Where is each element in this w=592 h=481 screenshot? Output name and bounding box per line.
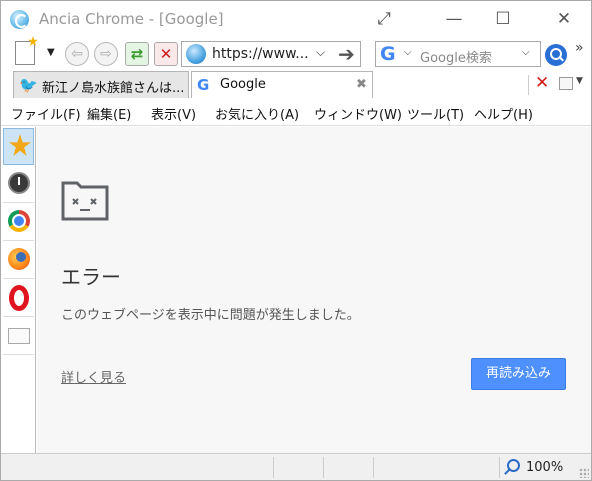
- new-page-dropdown-icon[interactable]: ▼: [47, 47, 55, 58]
- menu-tools[interactable]: ツール(T): [407, 104, 464, 123]
- url-dropdown-icon[interactable]: ⌵: [316, 45, 325, 60]
- history-clock-icon: [8, 172, 30, 194]
- error-title: エラー: [61, 265, 121, 289]
- sidebar-item-folder[interactable]: [3, 318, 34, 355]
- sidebar-item-opera[interactable]: [3, 280, 34, 317]
- twitter-bird-icon: 🐦: [19, 76, 38, 94]
- tab-google[interactable]: G Google ✖: [191, 71, 373, 98]
- google-g-icon: G: [197, 76, 210, 94]
- opera-icon: [9, 285, 29, 311]
- zoom-icon[interactable]: [507, 459, 520, 472]
- reload-button[interactable]: ⇄: [125, 42, 149, 66]
- minimize-button[interactable]: —: [441, 7, 467, 31]
- close-button[interactable]: ✕: [551, 7, 577, 31]
- status-divider: [323, 457, 324, 478]
- resize-grip-icon[interactable]: [579, 468, 589, 478]
- menu-view[interactable]: 表示(V): [151, 104, 196, 123]
- toolbar-overflow-icon[interactable]: »: [575, 40, 584, 56]
- google-search-engine-icon[interactable]: G: [380, 43, 396, 65]
- stop-button[interactable]: ✕: [154, 42, 178, 66]
- tab-label: 新江ノ島水族館さんは...: [42, 81, 185, 96]
- favorites-star-icon: [9, 134, 31, 156]
- navigation-toolbar: ▼ ⇦ ⇨ ⇄ ✕ https://www... ⌵ ➔ G ⌵ Google検…: [1, 37, 591, 71]
- globe-icon: [186, 44, 206, 64]
- url-text[interactable]: https://www...: [212, 46, 309, 62]
- restore-icon[interactable]: ⤢: [371, 7, 397, 31]
- go-arrow-icon[interactable]: ➔: [338, 42, 355, 66]
- tab-label: Google: [220, 77, 266, 92]
- page-content: エラー このウェブページを表示中に問題が発生しました。 詳しく見る 再読み込み: [37, 127, 591, 453]
- tab-divider: [528, 75, 529, 95]
- error-message: このウェブページを表示中に問題が発生しました。: [61, 308, 360, 323]
- search-box[interactable]: G ⌵ Google検索 ⌵: [375, 41, 541, 67]
- close-all-tabs-icon[interactable]: ✕: [535, 73, 549, 93]
- search-input[interactable]: Google検索: [420, 47, 492, 66]
- back-button[interactable]: ⇦: [65, 42, 89, 66]
- status-divider: [373, 457, 374, 478]
- sidebar: [1, 127, 36, 453]
- forward-button[interactable]: ⇨: [94, 42, 118, 66]
- menu-file[interactable]: ファイル(F): [11, 104, 81, 123]
- menu-favorites[interactable]: お気に入り(A): [215, 104, 299, 123]
- menu-bar: ファイル(F) 編集(E) 表示(V) お気に入り(A) ウィンドウ(W) ツー…: [1, 99, 591, 126]
- ancia-app-icon: [10, 10, 29, 29]
- sidebar-item-chrome[interactable]: [3, 204, 34, 241]
- sidebar-item-favorites[interactable]: [3, 128, 34, 165]
- learn-more-link[interactable]: 詳しく見る: [61, 367, 126, 386]
- tab-list-dropdown-icon[interactable]: ▼: [576, 76, 583, 86]
- address-bar[interactable]: https://www... ⌵ ➔: [181, 41, 361, 67]
- folder-icon: [8, 328, 30, 344]
- tab-close-icon[interactable]: ✖: [356, 77, 367, 92]
- tab-twitter[interactable]: 🐦 新江ノ島水族館さんは...: [13, 71, 189, 98]
- browser-window: Ancia Chrome - [Google] ⤢ — ☐ ✕ ▼ ⇦ ⇨ ⇄ …: [0, 0, 592, 481]
- sidebar-item-history[interactable]: [3, 166, 34, 203]
- zoom-level[interactable]: 100%: [526, 460, 563, 475]
- title-bar[interactable]: Ancia Chrome - [Google] ⤢ — ☐ ✕: [1, 1, 591, 37]
- sidebar-item-firefox[interactable]: [3, 242, 34, 279]
- maximize-button[interactable]: ☐: [490, 7, 516, 31]
- menu-edit[interactable]: 編集(E): [87, 104, 131, 123]
- search-dropdown-icon[interactable]: ⌵: [522, 47, 530, 58]
- reload-page-button[interactable]: 再読み込み: [471, 358, 566, 390]
- tab-list-icon[interactable]: [559, 77, 573, 90]
- menu-window[interactable]: ウィンドウ(W): [314, 104, 402, 123]
- window-title: Ancia Chrome - [Google]: [39, 10, 224, 28]
- chrome-icon: [8, 210, 30, 232]
- search-engine-dropdown-icon[interactable]: ⌵: [404, 47, 412, 58]
- status-divider: [499, 457, 500, 478]
- status-bar: 100%: [1, 453, 591, 480]
- status-divider: [273, 457, 274, 478]
- search-magnifier-icon[interactable]: [545, 44, 567, 66]
- firefox-icon: [8, 248, 30, 270]
- new-page-icon[interactable]: [15, 41, 35, 65]
- sad-page-icon: [61, 181, 109, 221]
- tab-bar: 🐦 新江ノ島水族館さんは... G Google ✖ ✕ ▼: [1, 71, 591, 99]
- menu-help[interactable]: ヘルプ(H): [474, 104, 533, 123]
